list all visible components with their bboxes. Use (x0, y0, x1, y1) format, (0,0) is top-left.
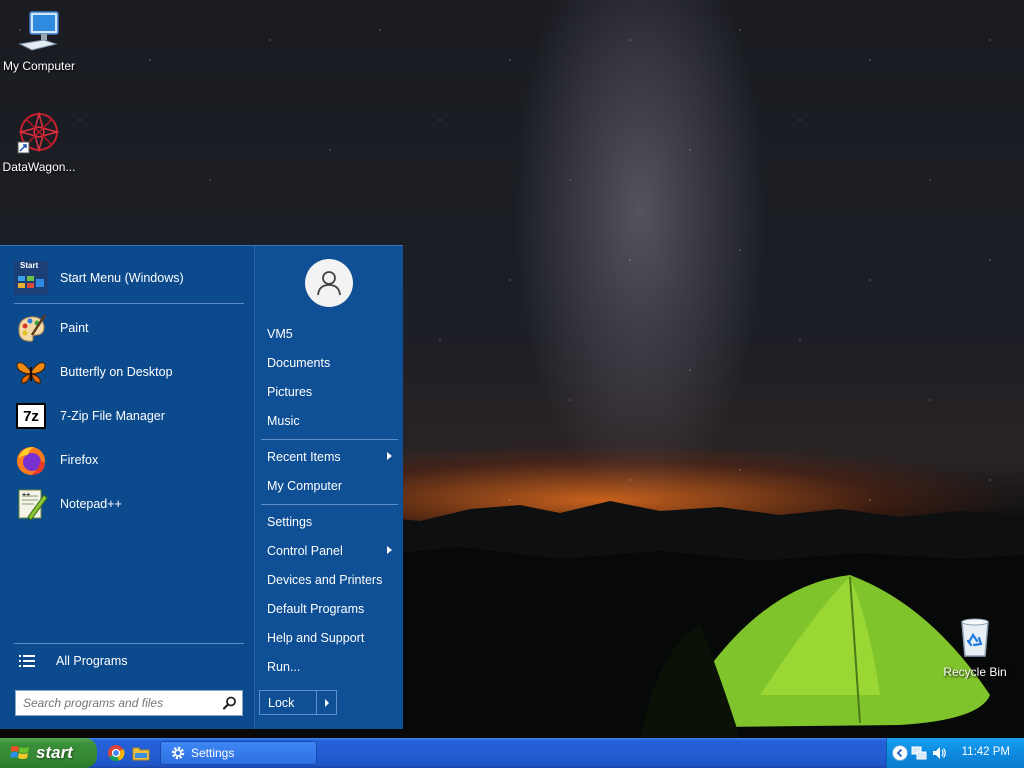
desktop-icon-my-computer[interactable]: My Computer (0, 8, 78, 73)
notepad-plus-plus-icon: ++ (14, 487, 48, 521)
help-and-support-link[interactable]: Help and Support (261, 625, 398, 651)
gear-icon (171, 746, 185, 760)
recent-items-link[interactable]: Recent Items (261, 444, 398, 470)
divider (14, 303, 244, 304)
start-menu-programs-pane: Start Start Menu (Windows) Paint Butterf… (0, 246, 254, 729)
devices-and-printers-link[interactable]: Devices and Printers (261, 567, 398, 593)
user-icon (317, 271, 341, 296)
shutdown-options-button[interactable] (316, 691, 336, 714)
butterfly-icon (14, 355, 48, 389)
divider (261, 439, 398, 440)
windows-logo-icon (10, 746, 29, 759)
paint-icon (14, 311, 48, 345)
task-label: Settings (191, 746, 235, 760)
program-label: Paint (60, 321, 89, 335)
network-icon[interactable] (911, 745, 927, 761)
desktop-icon-label: DataWagon... (2, 160, 76, 174)
list-icon (14, 654, 40, 668)
show-hidden-icons-button[interactable] (892, 745, 908, 761)
start-menu-item-butterfly[interactable]: Butterfly on Desktop (14, 352, 246, 392)
user-name-link[interactable]: VM5 (261, 321, 398, 347)
search-icon[interactable] (218, 696, 242, 710)
my-computer-link[interactable]: My Computer (261, 473, 398, 499)
system-tray: 11:42 PM (886, 738, 1024, 768)
settings-link[interactable]: Settings (261, 509, 398, 535)
svg-text:++: ++ (22, 492, 30, 499)
documents-link[interactable]: Documents (261, 350, 398, 376)
recycle-bin-icon (961, 618, 989, 657)
start-menu-item-start-menu-windows[interactable]: Start Start Menu (Windows) (14, 258, 246, 298)
submenu-arrow-icon (387, 452, 392, 460)
volume-icon[interactable] (931, 745, 947, 761)
start-menu-windows-icon: Start (14, 261, 48, 295)
music-link[interactable]: Music (261, 408, 398, 434)
lock-button[interactable]: Lock (260, 696, 316, 710)
desktop-icon-label: My Computer (2, 59, 76, 73)
start-button[interactable]: start (0, 738, 97, 768)
divider (14, 643, 244, 644)
submenu-arrow-icon (387, 546, 392, 554)
clock[interactable]: 11:42 PM (962, 746, 1010, 758)
desktop-icon-datawagon[interactable]: DataWagon... (0, 109, 78, 174)
taskbar: start Settings 11:42 PM (0, 738, 1024, 768)
search-box (15, 690, 243, 716)
start-menu-item-firefox[interactable]: Firefox (14, 440, 246, 480)
all-programs-label: All Programs (56, 654, 128, 668)
divider (261, 504, 398, 505)
desktop-icon-label: Recycle Bin (943, 665, 1007, 679)
user-avatar[interactable] (305, 259, 353, 307)
start-label: start (36, 743, 73, 762)
computer-icon (18, 11, 59, 51)
firefox-icon (14, 443, 48, 477)
program-label: Firefox (60, 453, 99, 467)
program-label: Butterfly on Desktop (60, 365, 173, 379)
program-label: 7-Zip File Manager (60, 409, 165, 423)
all-programs-button[interactable]: All Programs (14, 646, 246, 676)
file-explorer-icon[interactable] (132, 744, 150, 762)
start-menu: Start Start Menu (Windows) Paint Butterf… (0, 245, 403, 729)
start-menu-item-paint[interactable]: Paint (14, 308, 246, 348)
taskbar-button-settings[interactable]: Settings (160, 741, 317, 765)
datawagon-icon (17, 111, 60, 154)
7zip-icon: 7z (14, 399, 48, 433)
program-label: Start Menu (Windows) (60, 271, 184, 285)
start-menu-places-pane: VM5 Documents Pictures Music Recent Item… (254, 246, 403, 729)
run-link[interactable]: Run... (261, 654, 398, 680)
chevron-right-icon (324, 698, 329, 707)
default-programs-link[interactable]: Default Programs (261, 596, 398, 622)
lock-button-group: Lock (259, 690, 337, 715)
start-menu-item-notepad-plus-plus[interactable]: ++ Notepad++ (14, 484, 246, 524)
program-label: Notepad++ (60, 497, 122, 511)
desktop-icon-recycle-bin[interactable]: Recycle Bin (936, 614, 1014, 679)
chevron-left-icon (896, 748, 903, 758)
control-panel-link[interactable]: Control Panel (261, 538, 398, 564)
pictures-link[interactable]: Pictures (261, 379, 398, 405)
start-menu-item-7zip[interactable]: 7z 7-Zip File Manager (14, 396, 246, 436)
chrome-icon[interactable] (107, 744, 125, 762)
search-input[interactable] (16, 692, 218, 714)
